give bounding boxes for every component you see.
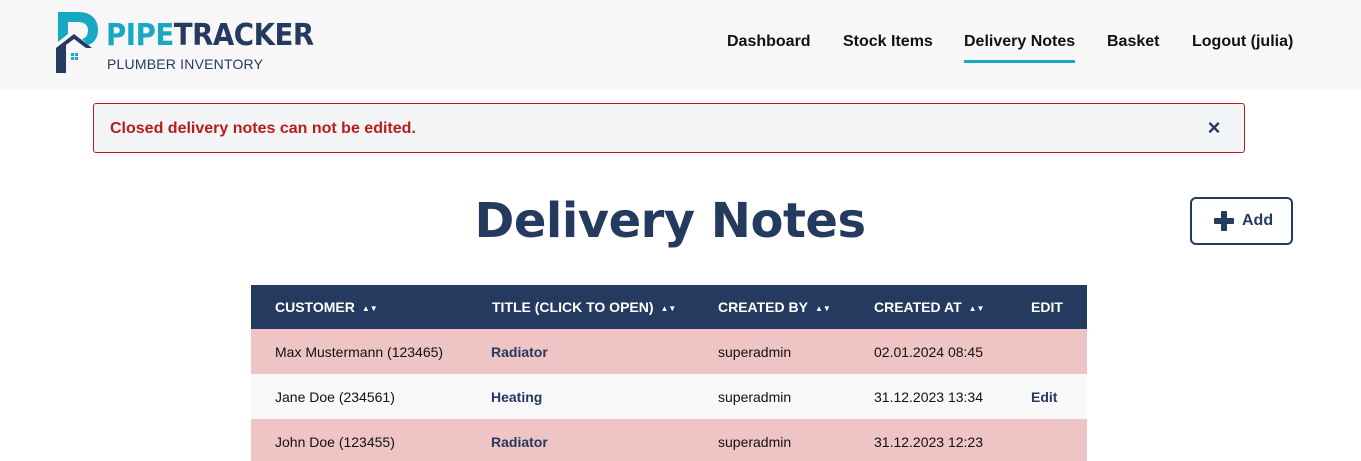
cell-customer: Jane Doe (234561) <box>275 389 395 405</box>
brand-name-part2: TRACKER <box>173 18 314 53</box>
sort-icon: ▲▼ <box>814 304 831 313</box>
error-alert: Closed delivery notes can not be edited.… <box>93 103 1245 153</box>
cell-customer: Max Mustermann (123465) <box>275 344 444 360</box>
delivery-notes-table: CUSTOMER ▲▼ TITLE (CLICK TO OPEN) ▲▼ CREAT… <box>251 285 1087 461</box>
cell-title-link[interactable]: Heating <box>491 389 542 405</box>
cell-title-link[interactable]: Radiator <box>491 434 548 450</box>
brand-name: PIPETRACKER <box>106 19 314 53</box>
close-icon[interactable]: × <box>1204 116 1224 140</box>
column-header-created-by[interactable]: CREATED BY ▲▼ <box>718 299 831 315</box>
column-header-label: CUSTOMER <box>275 299 355 315</box>
column-header-edit: EDIT <box>1031 299 1063 315</box>
nav-logout[interactable]: Logout (julia) <box>1192 33 1293 53</box>
column-header-created-at[interactable]: CREATED AT ▲▼ <box>874 299 984 315</box>
plus-icon <box>1214 211 1234 231</box>
nav-basket[interactable]: Basket <box>1107 33 1159 53</box>
cell-created-at: 02.01.2024 08:45 <box>874 344 983 360</box>
brand-tagline: PLUMBER INVENTORY <box>107 56 264 72</box>
table-header: CUSTOMER ▲▼ TITLE (CLICK TO OPEN) ▲▼ CREAT… <box>251 285 1087 329</box>
column-header-label: CREATED AT <box>874 299 962 315</box>
nav-delivery-notes[interactable]: Delivery Notes <box>964 33 1076 63</box>
sort-icon: ▲▼ <box>968 304 985 313</box>
cell-created-at: 31.12.2023 13:34 <box>874 389 983 405</box>
edit-link[interactable]: Edit <box>1031 389 1057 405</box>
brand-name-part1: PIPE <box>106 18 174 53</box>
table-row: Jane Doe (234561) Heating superadmin 31.… <box>251 374 1087 419</box>
table-row: John Doe (123455) Radiator superadmin 31… <box>251 419 1087 461</box>
table-row: Max Mustermann (123465) Radiator superad… <box>251 329 1087 374</box>
sort-icon: ▲▼ <box>660 304 677 313</box>
column-header-customer[interactable]: CUSTOMER ▲▼ <box>275 299 378 315</box>
page-title: Delivery Notes <box>474 193 866 249</box>
cell-created-by: superadmin <box>718 389 792 405</box>
cell-created-at: 31.12.2023 12:23 <box>874 434 983 450</box>
house-pipe-logo-icon <box>56 12 98 73</box>
cell-title-link[interactable]: Radiator <box>491 344 548 360</box>
cell-created-by: superadmin <box>718 434 792 450</box>
column-header-label: EDIT <box>1031 299 1063 315</box>
column-header-label: TITLE (CLICK TO OPEN) <box>492 299 654 315</box>
cell-customer: John Doe (123455) <box>275 434 395 450</box>
add-button[interactable]: Add <box>1190 197 1293 245</box>
brand-logo[interactable]: PIPETRACKER PLUMBER INVENTORY <box>56 12 314 76</box>
alert-message: Closed delivery notes can not be edited. <box>110 120 416 137</box>
nav-dashboard[interactable]: Dashboard <box>727 33 811 53</box>
add-button-label: Add <box>1242 212 1274 229</box>
top-navbar: PIPETRACKER PLUMBER INVENTORY Dashboard … <box>0 0 1361 90</box>
column-header-title[interactable]: TITLE (CLICK TO OPEN) ▲▼ <box>492 299 676 315</box>
cell-created-by: superadmin <box>718 344 792 360</box>
column-header-label: CREATED BY <box>718 299 808 315</box>
nav-stock-items[interactable]: Stock Items <box>843 33 933 53</box>
sort-icon: ▲▼ <box>361 304 378 313</box>
